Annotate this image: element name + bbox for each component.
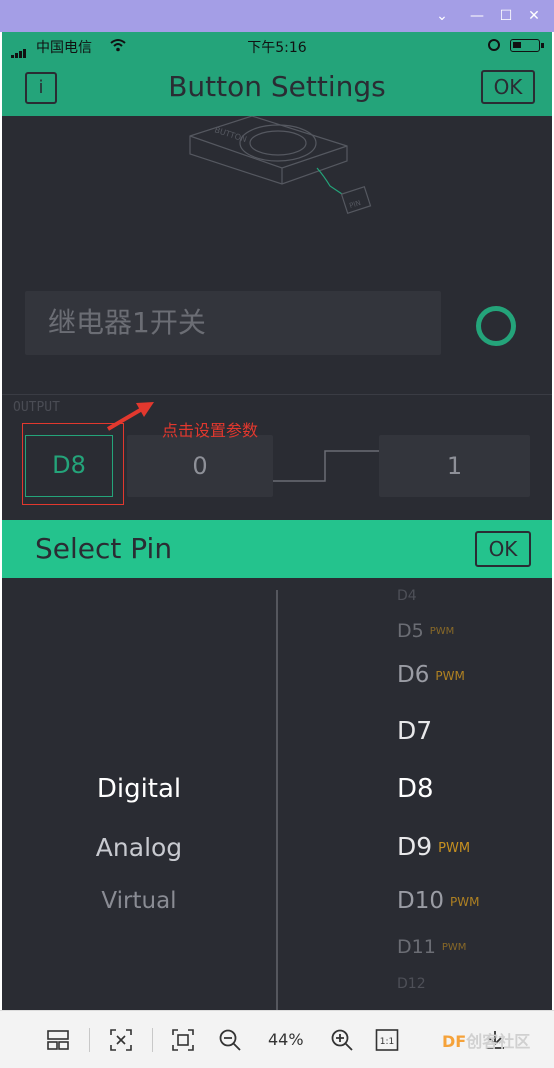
zoom-in-icon[interactable] — [330, 1028, 354, 1052]
zoom-out-icon[interactable] — [218, 1028, 242, 1052]
status-bar: 中国电信 下午5:16 — [2, 32, 552, 59]
pin-option[interactable]: D9 PWM — [397, 832, 470, 861]
pin-option[interactable]: D11 PWM — [397, 936, 466, 958]
select-pin-ok-button[interactable]: OK — [475, 531, 531, 567]
category-digital[interactable]: Digital — [2, 774, 276, 804]
low-value-field[interactable]: 0 — [127, 435, 273, 497]
zoom-level: 44% — [268, 1030, 304, 1049]
fit-screen-icon[interactable] — [109, 1028, 133, 1052]
button-illustration: BUTTON PIN — [189, 116, 372, 214]
pin-picker[interactable]: Digital Analog Virtual D4 D5 PWM D6 PWM D7… — [2, 578, 552, 1010]
annotation-highlight — [22, 423, 124, 505]
pin-label: PIN — [348, 199, 361, 210]
annotation-arrow-icon — [106, 402, 154, 431]
picker-divider — [276, 590, 278, 1010]
pin-option-selected[interactable]: D8 — [397, 774, 434, 804]
pwm-badge: PWM — [441, 942, 467, 953]
alarm-icon — [488, 39, 500, 51]
window-titlebar: ⌄ — ☐ ✕ — [0, 0, 554, 32]
phone-screen: 中国电信 下午5:16 i Button Settings OK BUTTON … — [2, 32, 552, 1010]
svg-text:1:1: 1:1 — [380, 1037, 394, 1047]
category-analog[interactable]: Analog — [2, 833, 276, 862]
viewer-toolbar: 44% 1:1 DF创客社区 — [0, 1010, 554, 1068]
close-icon[interactable]: ✕ — [525, 7, 543, 25]
layout-icon[interactable] — [46, 1028, 70, 1052]
pin-option[interactable]: D5 PWM — [397, 620, 454, 642]
pwm-badge: PWM — [438, 840, 471, 856]
pwm-badge: PWM — [449, 894, 480, 909]
button-preview-icon[interactable] — [476, 306, 516, 346]
widget-name-input[interactable]: 继电器1开关 — [25, 291, 441, 355]
fullscreen-icon[interactable] — [171, 1028, 195, 1052]
signal-wave-icon — [273, 450, 380, 482]
watermark: DF创客社区 — [442, 1032, 531, 1051]
section-divider — [2, 394, 552, 395]
high-value-field[interactable]: 1 — [379, 435, 530, 497]
clock-time: 下午5:16 — [247, 40, 307, 56]
chevron-down-icon[interactable]: ⌄ — [433, 7, 451, 25]
pwm-badge: PWM — [429, 626, 455, 637]
pin-option[interactable]: D10 PWM — [397, 888, 479, 914]
pin-option[interactable]: D12 — [397, 976, 426, 992]
category-virtual[interactable]: Virtual — [2, 888, 276, 914]
maximize-icon[interactable]: ☐ — [497, 7, 515, 25]
output-label: OUTPUT — [13, 400, 60, 415]
pin-option[interactable]: D6 PWM — [397, 662, 465, 688]
pwm-badge: PWM — [435, 668, 465, 683]
pin-option[interactable]: D7 — [397, 716, 432, 745]
select-pin-title: Select Pin — [35, 532, 173, 565]
device-label: BUTTON — [213, 125, 247, 144]
pin-option[interactable]: D4 — [397, 588, 417, 604]
annotation-text: 点击设置参数 — [162, 421, 259, 440]
battery-icon — [510, 39, 544, 52]
ok-button[interactable]: OK — [481, 70, 535, 104]
minimize-icon[interactable]: — — [468, 7, 486, 25]
actual-size-icon[interactable]: 1:1 — [375, 1028, 399, 1052]
page-title: Button Settings — [168, 70, 386, 103]
select-pin-bar: Select Pin OK — [2, 520, 552, 578]
app-header: i Button Settings OK — [2, 58, 552, 116]
